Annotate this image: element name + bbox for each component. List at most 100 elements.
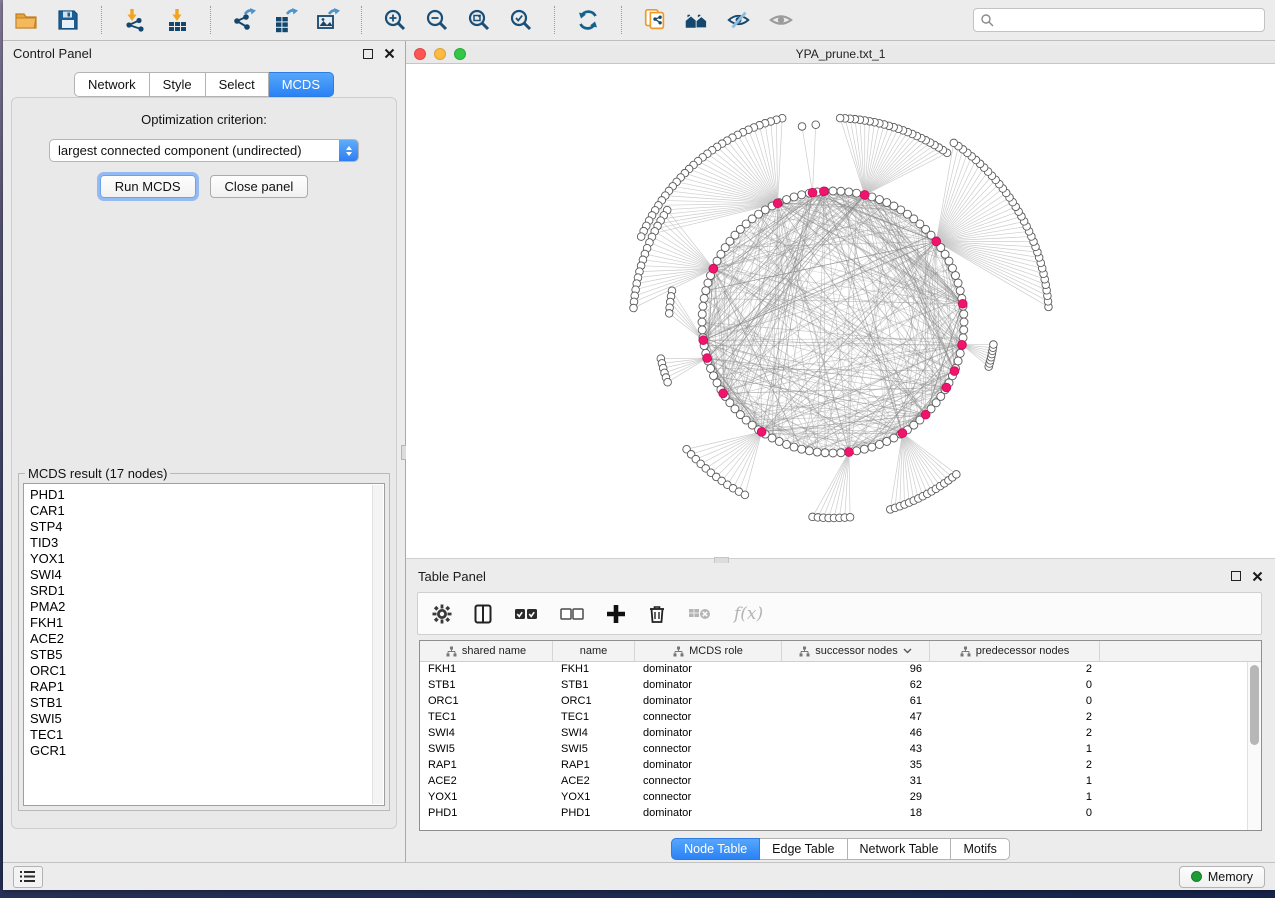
table-row[interactable]: SWI4SWI4dominator462	[420, 726, 1247, 742]
table-panel: Table Panel	[406, 563, 1275, 862]
search-box[interactable]	[973, 8, 1265, 32]
mcds-result-item[interactable]: PMA2	[30, 599, 384, 615]
table-body: FKH1FKH1dominator962STB1STB1dominator620…	[420, 662, 1247, 830]
table-row[interactable]: ACE2ACE2connector311	[420, 774, 1247, 790]
table-cell: 2	[930, 710, 1100, 726]
close-panel-button[interactable]: Close panel	[210, 175, 309, 198]
table-scrollbar[interactable]	[1247, 662, 1261, 830]
mcds-result-item[interactable]: STB1	[30, 695, 384, 711]
column-header-mcds-role[interactable]: MCDS role	[635, 641, 782, 661]
table-cell: dominator	[635, 726, 782, 742]
clone-network-icon[interactable]	[642, 7, 668, 33]
network-graph[interactable]	[406, 64, 1275, 559]
refresh-layout-icon[interactable]	[575, 7, 601, 33]
show-columns-icon[interactable]	[474, 604, 492, 624]
table-cell: 18	[782, 806, 930, 822]
mcds-result-item[interactable]: TID3	[30, 535, 384, 551]
zoom-in-icon[interactable]	[382, 7, 408, 33]
column-header-successor-nodes[interactable]: successor nodes	[782, 641, 930, 661]
close-icon[interactable]	[384, 48, 395, 59]
mcds-result-item[interactable]: YOX1	[30, 551, 384, 567]
table-row[interactable]: STB1STB1dominator620	[420, 678, 1247, 694]
export-table-icon[interactable]	[273, 7, 299, 33]
column-header-predecessor-nodes[interactable]: predecessor nodes	[930, 641, 1100, 661]
mcds-result-item[interactable]: STB5	[30, 647, 384, 663]
criterion-select[interactable]: largest connected component (undirected)	[49, 139, 359, 162]
network-window-titlebar[interactable]: YPA_prune.txt_1	[406, 45, 1275, 64]
column-header-filler	[1100, 641, 1261, 661]
column-header-shared-name[interactable]: shared name	[420, 641, 553, 661]
network-view-canvas[interactable]	[406, 64, 1275, 559]
table-cell: 62	[782, 678, 930, 694]
tab-network-table[interactable]: Network Table	[848, 838, 952, 860]
zoom-out-icon[interactable]	[424, 7, 450, 33]
criterion-selected-value: largest connected component (undirected)	[50, 143, 339, 158]
table-row[interactable]: SWI5SWI5connector431	[420, 742, 1247, 758]
mcds-result-item[interactable]: ORC1	[30, 663, 384, 679]
memory-button[interactable]: Memory	[1179, 866, 1265, 888]
import-network-icon[interactable]	[122, 7, 148, 33]
table-panel-title: Table Panel	[418, 569, 486, 584]
table-cell: 46	[782, 726, 930, 742]
log-console-button[interactable]	[13, 866, 43, 888]
import-table-icon[interactable]	[164, 7, 190, 33]
deselect-all-icon[interactable]	[560, 607, 584, 621]
mcds-result-item[interactable]: TEC1	[30, 727, 384, 743]
table-cell-filler	[1100, 758, 1247, 774]
mcds-result-item[interactable]: RAP1	[30, 679, 384, 695]
chevron-down-icon[interactable]	[903, 648, 912, 654]
search-input[interactable]	[999, 13, 1258, 27]
mcds-result-item[interactable]: ACE2	[30, 631, 384, 647]
settings-icon[interactable]	[432, 604, 452, 624]
table-row[interactable]: FKH1FKH1dominator962	[420, 662, 1247, 678]
mcds-result-item[interactable]: STP4	[30, 519, 384, 535]
mcds-result-item[interactable]: CAR1	[30, 503, 384, 519]
scrollbar-track[interactable]	[372, 485, 383, 804]
table-row[interactable]: PHD1PHD1dominator180	[420, 806, 1247, 822]
show-all-icon[interactable]	[768, 7, 794, 33]
zoom-fit-icon[interactable]	[466, 7, 492, 33]
table-row[interactable]: TEC1TEC1connector472	[420, 710, 1247, 726]
mcds-result-item[interactable]: GCR1	[30, 743, 384, 759]
tab-node-table[interactable]: Node Table	[671, 838, 760, 860]
close-icon[interactable]	[1252, 571, 1263, 582]
delete-column-icon[interactable]	[648, 604, 666, 624]
tab-select[interactable]: Select	[206, 72, 269, 97]
export-network-icon[interactable]	[231, 7, 257, 33]
table-header-row: shared name name MCDS role successor nod…	[420, 641, 1261, 662]
delete-table-icon[interactable]	[688, 606, 712, 622]
table-cell: connector	[635, 710, 782, 726]
table-row[interactable]: YOX1YOX1connector291	[420, 790, 1247, 806]
scrollbar-thumb[interactable]	[1250, 665, 1259, 745]
tab-edge-table[interactable]: Edge Table	[760, 838, 847, 860]
float-icon[interactable]	[1231, 571, 1241, 581]
mcds-result-item[interactable]: PHD1	[30, 487, 384, 503]
table-cell: ORC1	[420, 694, 553, 710]
add-column-icon[interactable]	[606, 604, 626, 624]
mcds-result-item[interactable]: SRD1	[30, 583, 384, 599]
table-row[interactable]: RAP1RAP1dominator352	[420, 758, 1247, 774]
table-cell: connector	[635, 790, 782, 806]
tab-motifs[interactable]: Motifs	[951, 838, 1009, 860]
tab-style[interactable]: Style	[150, 72, 206, 97]
open-file-icon[interactable]	[13, 7, 39, 33]
tab-mcds[interactable]: MCDS	[269, 72, 334, 97]
float-icon[interactable]	[363, 49, 373, 59]
column-header-name[interactable]: name	[553, 641, 635, 661]
function-builder-icon[interactable]: f(x)	[734, 604, 763, 624]
table-row[interactable]: ORC1ORC1dominator610	[420, 694, 1247, 710]
tab-network[interactable]: Network	[74, 72, 150, 97]
first-neighbors-icon[interactable]	[684, 7, 710, 33]
select-all-icon[interactable]	[514, 607, 538, 621]
mcds-result-item[interactable]: SWI5	[30, 711, 384, 727]
mcds-result-list[interactable]: PHD1CAR1STP4TID3YOX1SWI4SRD1PMA2FKH1ACE2…	[23, 483, 385, 806]
mcds-result-item[interactable]: FKH1	[30, 615, 384, 631]
hide-selected-icon[interactable]	[726, 7, 752, 33]
run-mcds-button[interactable]: Run MCDS	[100, 175, 196, 198]
toolbar-separator	[210, 6, 211, 34]
table-cell: dominator	[635, 694, 782, 710]
export-image-icon[interactable]	[315, 7, 341, 33]
zoom-selected-icon[interactable]	[508, 7, 534, 33]
mcds-result-item[interactable]: SWI4	[30, 567, 384, 583]
save-session-icon[interactable]	[55, 7, 81, 33]
